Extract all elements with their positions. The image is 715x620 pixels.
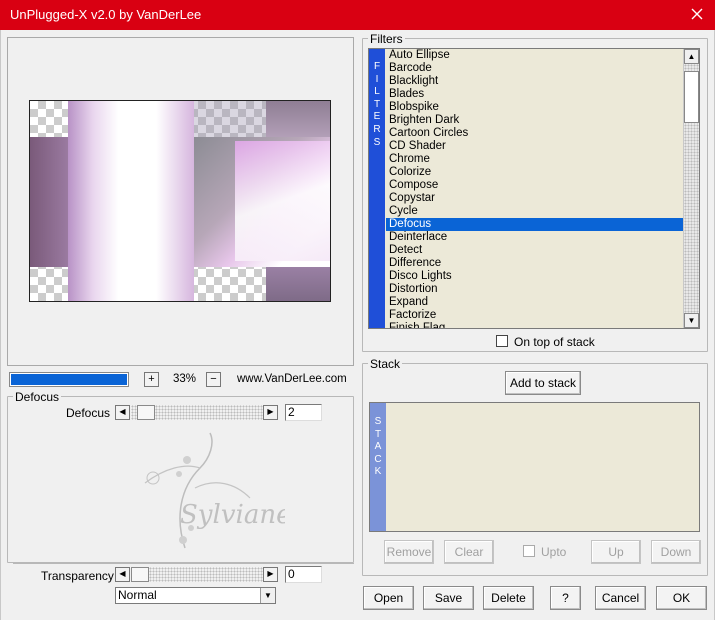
save-button[interactable]: Save <box>423 586 474 610</box>
strip-letter: S <box>373 136 381 148</box>
defocus-slider[interactable] <box>131 405 263 420</box>
filter-list-item[interactable]: Detect <box>386 244 684 257</box>
upto-checkbox[interactable] <box>523 545 535 557</box>
strip-letter: E <box>373 111 381 123</box>
on-top-of-stack-label: On top of stack <box>514 335 595 349</box>
upto-label: Upto <box>541 545 567 559</box>
add-to-stack-button[interactable]: Add to stack <box>505 371 581 395</box>
filter-list-item[interactable]: Blades <box>386 88 684 101</box>
delete-button[interactable]: Delete <box>483 586 534 610</box>
watermark-logo: Sylviane <box>144 432 285 549</box>
strip-letter: A <box>374 441 382 453</box>
scroll-up-icon[interactable]: ▲ <box>684 49 699 64</box>
strip-letter: L <box>374 86 380 98</box>
scroll-thumb[interactable] <box>684 71 699 123</box>
preview-image[interactable] <box>29 100 331 302</box>
divider <box>13 563 354 564</box>
defocus-slider-thumb[interactable] <box>137 405 155 420</box>
zoom-in-button[interactable]: + <box>144 372 159 387</box>
filter-list-item[interactable]: Copystar <box>386 192 684 205</box>
filter-list-item[interactable]: Disco Lights <box>386 270 684 283</box>
filter-list-item[interactable]: Distortion <box>386 283 684 296</box>
watermark-text: Sylviane <box>180 500 285 530</box>
strip-letter: C <box>374 453 382 465</box>
transparency-slider-thumb[interactable] <box>131 567 149 582</box>
filter-list-scrollbar[interactable]: ▲ ▼ <box>683 49 699 328</box>
up-button[interactable]: Up <box>591 540 641 564</box>
on-top-of-stack-checkbox[interactable] <box>496 335 508 347</box>
transparency-decrease-button[interactable]: ◀ <box>115 567 130 582</box>
filter-list-item[interactable]: Brighten Dark <box>386 114 684 127</box>
transparency-slider[interactable] <box>131 567 263 582</box>
close-icon[interactable] <box>687 4 707 24</box>
filter-list-item[interactable]: CD Shader <box>386 140 684 153</box>
filter-list-item[interactable]: Factorize <box>386 309 684 322</box>
filter-list-item[interactable]: Auto Ellipse <box>386 49 684 62</box>
blend-mode-select[interactable]: Normal ▼ <box>115 587 276 604</box>
zoom-out-button[interactable]: − <box>206 372 221 387</box>
defocus-value-field[interactable]: 2 <box>285 404 322 421</box>
parameters-group-label: Defocus <box>13 390 62 404</box>
filter-list-items[interactable]: Auto Ellipse Barcode Blacklight Blades Blobs… <box>386 49 684 328</box>
progress-fill <box>11 374 127 385</box>
progress-bar <box>9 372 129 387</box>
stack-list[interactable]: STACK <box>369 402 700 532</box>
filter-list-item[interactable]: Expand <box>386 296 684 309</box>
transparency-label: Transparency <box>41 569 114 583</box>
strip-letter: K <box>374 466 382 478</box>
filter-list-item[interactable]: Blacklight <box>386 75 684 88</box>
transparency-value-field[interactable]: 0 <box>285 566 322 583</box>
filters-side-strip: FILTERS <box>369 49 385 328</box>
blend-mode-value: Normal <box>118 588 157 602</box>
defocus-decrease-button[interactable]: ◀ <box>115 405 130 420</box>
stack-group-label: Stack <box>368 357 403 371</box>
help-button[interactable]: ? <box>550 586 581 610</box>
transparency-increase-button[interactable]: ▶ <box>263 567 278 582</box>
strip-letter: I <box>375 73 379 85</box>
filter-list-item[interactable]: Compose <box>386 179 684 192</box>
open-button[interactable]: Open <box>363 586 414 610</box>
scroll-down-icon[interactable]: ▼ <box>684 313 699 328</box>
ok-button[interactable]: OK <box>656 586 707 610</box>
strip-letter: F <box>373 61 381 72</box>
title-bar: UnPlugged-X v2.0 by VanDerLee <box>0 0 715 30</box>
window-title: UnPlugged-X v2.0 by VanDerLee <box>10 7 202 22</box>
filter-list-item[interactable]: Defocus <box>386 218 684 231</box>
defocus-label: Defocus <box>66 406 111 420</box>
filters-group-label: Filters <box>368 32 405 46</box>
stack-side-strip: STACK <box>370 403 386 531</box>
filter-list-item[interactable]: Cycle <box>386 205 684 218</box>
filter-list-item[interactable]: Chrome <box>386 153 684 166</box>
defocus-increase-button[interactable]: ▶ <box>263 405 278 420</box>
clear-button[interactable]: Clear <box>444 540 494 564</box>
cancel-button[interactable]: Cancel <box>595 586 646 610</box>
filter-list-item[interactable]: Barcode <box>386 62 684 75</box>
filter-list[interactable]: FILTERS Auto Ellipse Barcode Blacklight Bla… <box>368 48 700 329</box>
filter-list-item[interactable]: Cartoon Circles <box>386 127 684 140</box>
filter-list-item[interactable]: Difference <box>386 257 684 270</box>
strip-letter: S <box>374 416 382 427</box>
filter-list-item[interactable]: Finish Flag <box>386 322 684 328</box>
preview-panel <box>7 37 354 366</box>
strip-letter: T <box>373 98 381 110</box>
remove-button[interactable]: Remove <box>384 540 434 564</box>
strip-letter: R <box>373 123 381 135</box>
website-link[interactable]: www.VanDerLee.com <box>237 373 347 385</box>
filter-list-item[interactable]: Blobspike <box>386 101 684 114</box>
down-button[interactable]: Down <box>651 540 701 564</box>
filter-list-item[interactable]: Deinterlace <box>386 231 684 244</box>
chevron-down-icon[interactable]: ▼ <box>260 588 275 603</box>
zoom-level: 33% <box>173 373 197 385</box>
filter-list-item[interactable]: Colorize <box>386 166 684 179</box>
strip-letter: T <box>374 428 382 440</box>
